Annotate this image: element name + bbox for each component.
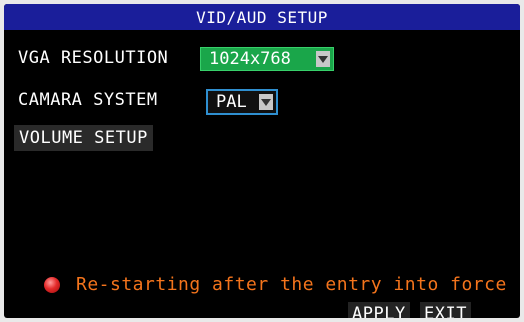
vga-resolution-value: 1024x768 [209,49,291,69]
vga-resolution-label: VGA RESOLUTION [18,48,169,68]
warning-dot-icon [44,276,60,293]
chevron-down-icon[interactable] [259,94,273,110]
restart-notice: Re-starting after the entry into force [44,274,507,295]
exit-button[interactable]: EXIT [420,302,471,318]
restart-notice-text: Re-starting after the entry into force [76,274,507,295]
apply-button[interactable]: APPLY [348,302,410,318]
camera-system-label: CAMARA SYSTEM [18,90,158,110]
vga-resolution-dropdown[interactable]: 1024x768 [200,47,334,71]
dvr-osd-screen: VID/AUD SETUP VGA RESOLUTION 1024x768 CA… [4,4,520,318]
volume-setup-button[interactable]: VOLUME SETUP [14,125,153,151]
camera-system-value: PAL [216,92,247,112]
camera-system-dropdown[interactable]: PAL [206,89,278,115]
page-title: VID/AUD SETUP [4,4,520,30]
chevron-down-icon[interactable] [316,51,330,67]
